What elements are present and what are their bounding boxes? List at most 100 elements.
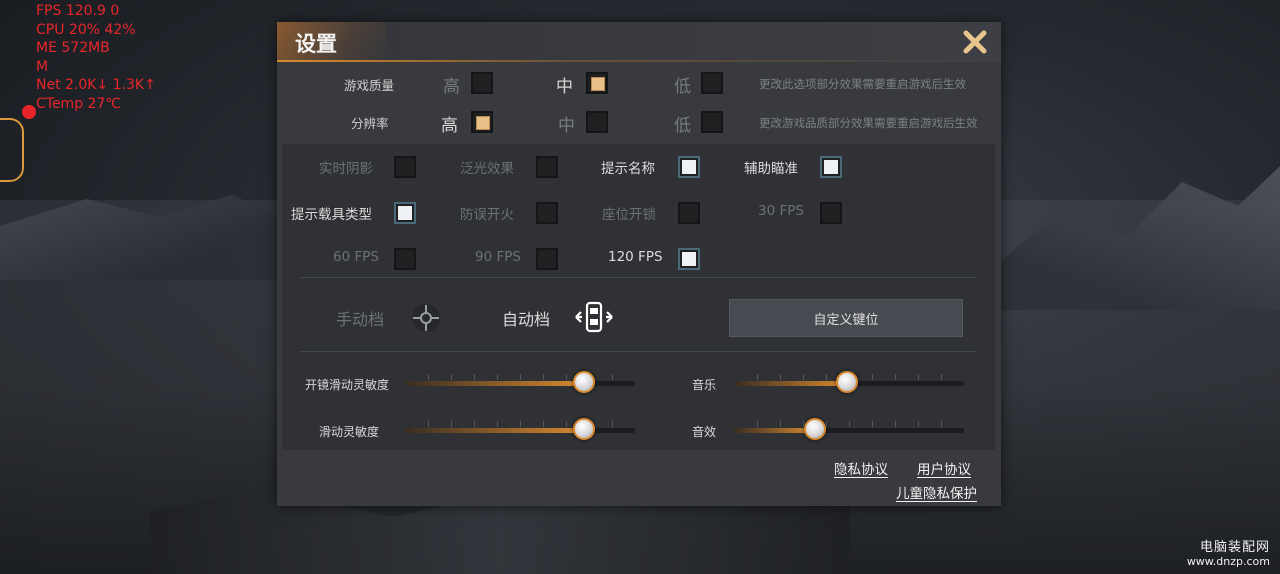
custom-keys-button[interactable]: 自定义键位 xyxy=(729,299,963,337)
slider-fill xyxy=(405,428,585,433)
resolution-note: 更改游戏品质部分效果需要重启游戏后生效 xyxy=(759,116,978,130)
game-quality-label: 游戏质量 xyxy=(344,78,395,93)
slider-tick xyxy=(757,374,758,380)
music-volume-label: 音乐 xyxy=(692,378,717,392)
scope-sensitivity-slider[interactable] xyxy=(405,371,635,393)
toggle-label-90fps: 90 FPS xyxy=(475,249,521,265)
watermark-title: 电脑装配网 xyxy=(1199,540,1270,555)
slider-tick xyxy=(451,374,452,380)
game-quality-low-checkbox[interactable] xyxy=(701,72,723,94)
toggle-label-120fps: 120 FPS xyxy=(608,249,663,265)
game-quality-low-label: 低 xyxy=(674,77,691,97)
hud-line-fps: FPS 120.9 0 xyxy=(36,3,120,19)
game-quality-high-label: 高 xyxy=(443,77,460,97)
swipe-sensitivity-slider[interactable] xyxy=(405,418,635,440)
resolution-low-label: 低 xyxy=(674,116,691,136)
toggle-label-misfire: 防误开火 xyxy=(460,207,514,223)
slider-tick xyxy=(428,421,429,427)
resolution-high-label: 高 xyxy=(441,116,458,136)
toggle-checkbox-aim-assist[interactable] xyxy=(820,156,842,178)
slider-tick xyxy=(757,421,758,427)
slider-tick xyxy=(566,421,567,427)
hud-line-cpu: CPU 20% 42% xyxy=(36,21,136,38)
toggle-checkbox-show-names[interactable] xyxy=(678,156,700,178)
site-watermark: 电脑装配网 www.dnzp.com xyxy=(1187,536,1270,568)
swipe-sensitivity-label: 滑动灵敏度 xyxy=(319,425,380,439)
slider-tick xyxy=(941,374,942,380)
side-drawer-tab[interactable] xyxy=(0,118,24,182)
slider-fill xyxy=(734,381,847,386)
panel-divider-top xyxy=(300,277,976,278)
slider-knob[interactable] xyxy=(573,371,596,393)
resolution-low-checkbox[interactable] xyxy=(701,111,723,133)
slider-knob[interactable] xyxy=(803,418,826,440)
privacy-agreement-link[interactable]: 隐私协议 xyxy=(834,458,888,478)
slider-tick xyxy=(428,374,429,380)
settings-dialog: 设置 游戏质量 高 中 低 更改此选项部分效果需要重启游戏后生效 分辨率 高 中… xyxy=(277,22,1001,506)
slider-tick xyxy=(474,374,475,380)
slider-tick xyxy=(566,374,567,380)
slider-tick xyxy=(497,421,498,427)
slider-fill xyxy=(734,428,815,433)
toggle-label-60fps: 60 FPS xyxy=(333,249,379,265)
slider-tick xyxy=(520,421,521,427)
game-quality-high-checkbox[interactable] xyxy=(471,72,493,94)
slider-tick xyxy=(826,421,827,427)
resolution-high-checkbox[interactable] xyxy=(471,111,493,133)
toggle-checkbox-30fps[interactable] xyxy=(820,202,842,224)
toggle-checkbox-120fps[interactable] xyxy=(678,248,700,270)
sfx-volume-slider[interactable] xyxy=(734,418,964,440)
auto-mode-label: 自动档 xyxy=(502,310,551,329)
slider-tick xyxy=(543,421,544,427)
slider-tick xyxy=(497,374,498,380)
slider-tick xyxy=(872,374,873,380)
toggle-checkbox-60fps[interactable] xyxy=(394,248,416,270)
slider-tick xyxy=(451,421,452,427)
slider-tick xyxy=(872,421,873,427)
slider-tick xyxy=(520,374,521,380)
sfx-volume-label: 音效 xyxy=(692,425,717,439)
performance-overlay: FPS 120.9 0 CPU 20% 42% ME 572MB M Net 2… xyxy=(36,2,156,113)
slider-tick xyxy=(803,374,804,380)
child-privacy-link[interactable]: 儿童隐私保护 xyxy=(896,482,977,502)
toggle-checkbox-misfire[interactable] xyxy=(536,202,558,224)
slider-tick xyxy=(780,421,781,427)
record-dot-icon xyxy=(22,105,36,119)
toggle-label-vehicle-type: 提示载具类型 xyxy=(291,207,372,223)
scope-sensitivity-label: 开镜滑动灵敏度 xyxy=(305,378,390,392)
slider-tick xyxy=(941,421,942,427)
toggle-label-shadows: 实时阴影 xyxy=(319,161,373,177)
toggle-checkbox-seat-lock[interactable] xyxy=(678,202,700,224)
toggle-label-bloom: 泛光效果 xyxy=(460,161,514,177)
resolution-label: 分辨率 xyxy=(351,116,389,131)
crosshair-icon[interactable] xyxy=(410,302,442,334)
game-quality-mid-checkbox[interactable] xyxy=(586,72,608,94)
vehicle-arrows-icon[interactable] xyxy=(574,300,614,334)
game-quality-mid-label: 中 xyxy=(556,77,573,97)
panel-divider-bottom xyxy=(300,351,976,352)
toggle-checkbox-bloom[interactable] xyxy=(536,156,558,178)
slider-knob[interactable] xyxy=(835,371,858,393)
slider-tick xyxy=(543,374,544,380)
slider-knob[interactable] xyxy=(573,418,596,440)
toggle-checkbox-shadows[interactable] xyxy=(394,156,416,178)
hud-line-m: M xyxy=(36,58,49,75)
slider-tick xyxy=(780,374,781,380)
toggle-checkbox-90fps[interactable] xyxy=(536,248,558,270)
dialog-header: 设置 xyxy=(277,22,1001,62)
hud-line-mem: ME 572MB xyxy=(36,40,110,56)
toggle-label-seat-lock: 座位开锁 xyxy=(602,207,656,223)
music-volume-slider[interactable] xyxy=(734,371,964,393)
user-agreement-link[interactable]: 用户协议 xyxy=(917,458,971,478)
slider-tick xyxy=(612,421,613,427)
toggle-label-30fps: 30 FPS xyxy=(758,203,804,219)
resolution-mid-checkbox[interactable] xyxy=(586,111,608,133)
toggle-checkbox-vehicle-type[interactable] xyxy=(394,202,416,224)
toggle-label-aim-assist: 辅助瞄准 xyxy=(744,161,798,177)
slider-tick xyxy=(918,421,919,427)
manual-mode-label: 手动档 xyxy=(336,310,385,329)
watermark-url: www.dnzp.com xyxy=(1186,555,1270,568)
slider-tick xyxy=(826,374,827,380)
slider-tick xyxy=(612,374,613,380)
close-x-icon[interactable] xyxy=(961,28,989,56)
